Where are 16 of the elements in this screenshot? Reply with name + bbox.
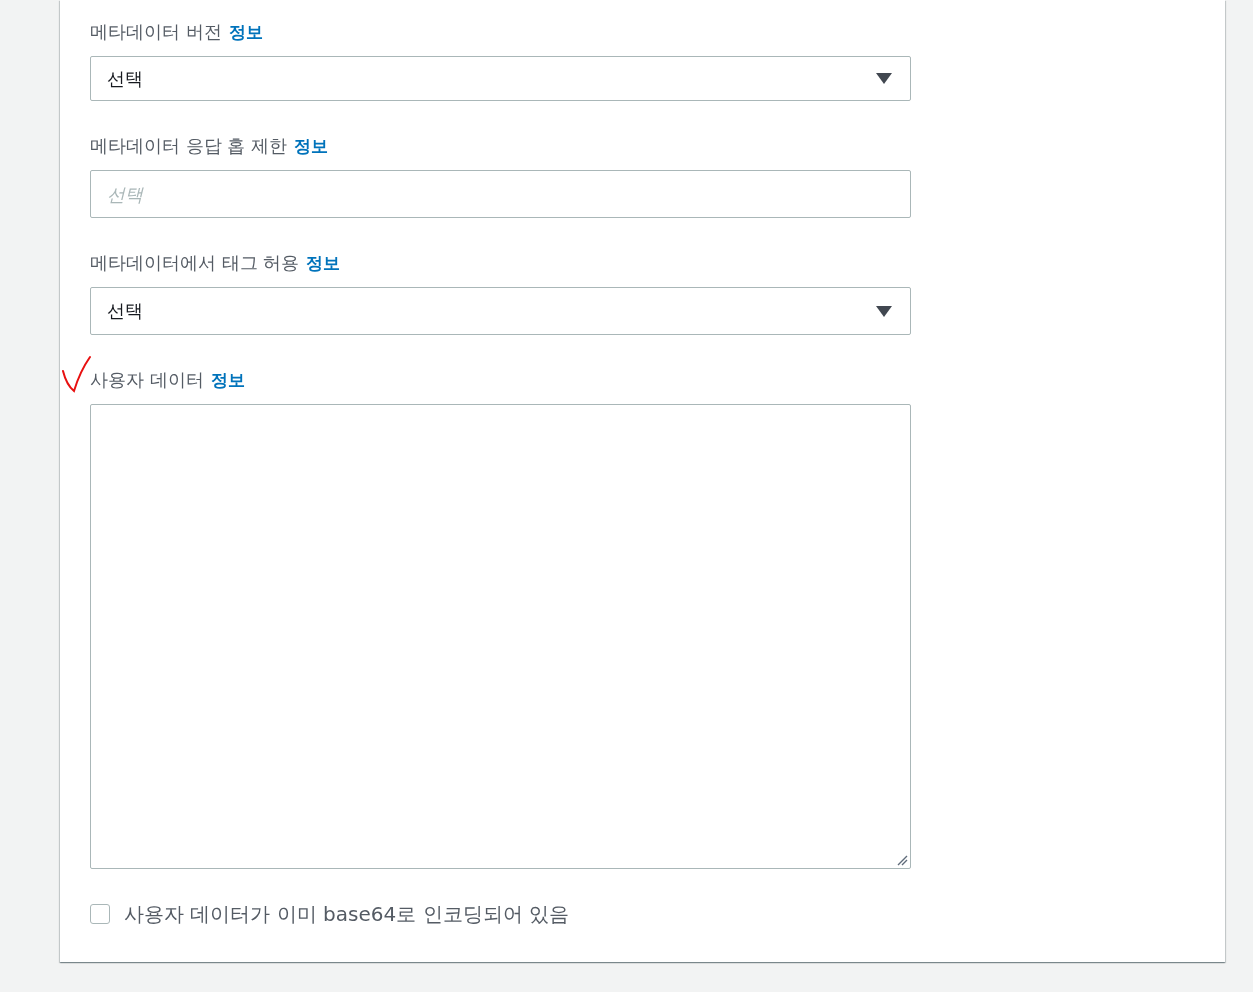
checkbox[interactable] xyxy=(90,904,110,924)
field-label: 메타데이터 버전 xyxy=(90,20,222,44)
input-field[interactable]: 선택 xyxy=(90,170,911,218)
field-label: 메타데이터에서 태그 허용 xyxy=(90,251,300,275)
info-link[interactable]: 정보 xyxy=(228,20,263,44)
dropdown-field[interactable]: 선택 xyxy=(90,56,911,101)
info-link[interactable]: 정보 xyxy=(294,134,329,158)
resize-handle-icon[interactable] xyxy=(897,855,908,866)
field-label: 메타데이터 응답 홉 제한 xyxy=(90,134,288,158)
caret-down-icon xyxy=(876,305,892,317)
caret-down-icon xyxy=(876,73,892,84)
field-label: 사용자 데이터 xyxy=(90,368,204,392)
info-link[interactable]: 정보 xyxy=(210,368,245,392)
checkbox-label: 사용자 데이터가 이미 base64로 인코딩되어 있음 xyxy=(124,902,569,926)
info-link[interactable]: 정보 xyxy=(306,251,341,275)
dropdown-field[interactable]: 선택 xyxy=(90,287,911,335)
